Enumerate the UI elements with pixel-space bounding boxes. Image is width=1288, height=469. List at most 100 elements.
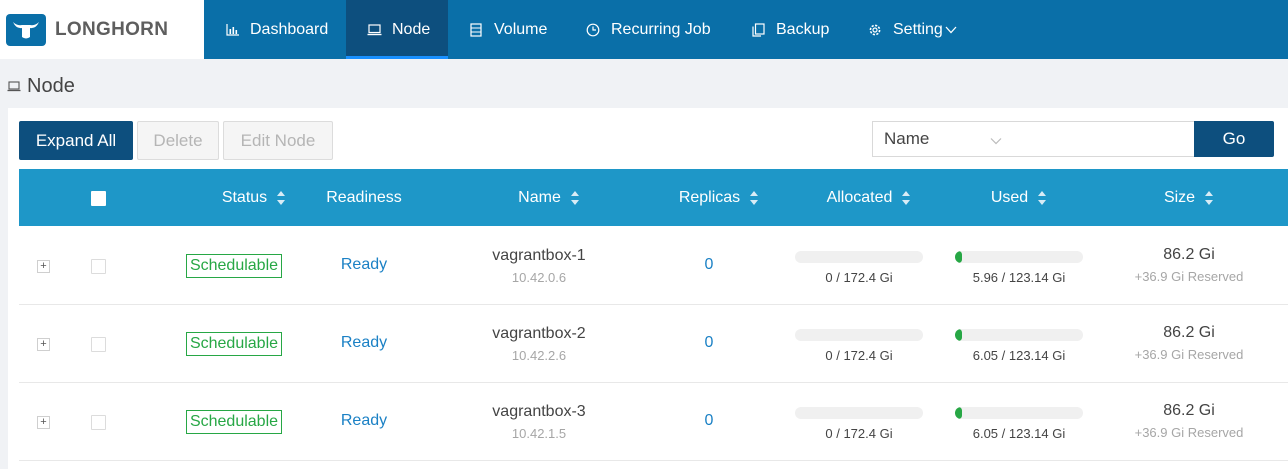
reserved-value: +36.9 Gi Reserved [1134,347,1244,362]
gear-icon [867,22,883,38]
nav-item-node[interactable]: Node [346,0,448,59]
column-label-name: Name [518,188,561,206]
search-input[interactable] [1014,121,1195,157]
used-text: 5.96 / 123.14 Gi [972,270,1066,285]
edit-node-button[interactable]: Edit Node [223,121,333,160]
used-fill [955,251,962,263]
column-label-used: Used [990,188,1029,206]
nav-label-node: Node [392,20,431,38]
table-row: + Schedulable Ready vagrantbox-3 10.42.1… [19,383,1288,461]
chevron-down-icon [990,132,1002,145]
table-row: + Schedulable Ready vagrantbox-1 10.42.0… [19,227,1288,305]
column-label-readiness: Readiness [326,188,402,206]
allocated-text: 0 / 172.4 Gi [825,348,893,363]
readiness-link[interactable]: Ready [314,412,414,430]
page-title: Node [7,74,75,98]
brand[interactable]: LONGHORN [0,0,204,59]
column-label-allocated: Allocated [826,188,893,206]
used-progress-bar [955,251,1083,263]
page-title-text: Node [27,74,75,97]
brand-name: LONGHORN [55,18,169,40]
sort-icon [1204,190,1214,206]
bar-chart-icon [224,22,240,38]
allocated-progress-bar [795,407,923,419]
column-header-status[interactable]: Status [189,169,319,226]
nav-item-volume[interactable]: Volume [448,0,565,59]
node-name-link[interactable]: vagrantbox-3 [459,403,619,421]
clock-icon [585,22,601,38]
nav-item-recurring-job[interactable]: Recurring Job [565,0,729,59]
nav-label-setting: Setting [893,20,943,38]
sort-icon [1037,190,1047,206]
readiness-link[interactable]: Ready [314,334,414,352]
longhorn-logo-icon [6,13,46,46]
size-value: 86.2 Gi [1163,246,1215,263]
allocated-text: 0 / 172.4 Gi [825,270,893,285]
used-text: 6.05 / 123.14 Gi [972,348,1066,363]
node-ip: 10.42.0.6 [511,270,567,285]
expand-row-button[interactable]: + [37,416,50,429]
laptop-icon [366,22,382,38]
nav-label-backup: Backup [776,20,830,38]
copy-icon [750,22,766,38]
status-badge: Schedulable [186,410,282,434]
nav-label-dashboard: Dashboard [250,20,329,38]
status-badge: Schedulable [186,332,282,356]
allocated-progress-bar [795,329,923,341]
replicas-link[interactable]: 0 [659,412,759,430]
expand-row-button[interactable]: + [37,338,50,351]
nav-item-dashboard[interactable]: Dashboard [204,0,346,59]
active-indicator [346,56,448,59]
node-ip: 10.42.1.5 [511,426,567,441]
nav-item-backup[interactable]: Backup [729,0,846,59]
laptop-icon [7,79,21,93]
row-checkbox[interactable] [91,415,106,430]
table-row: + Schedulable Ready vagrantbox-2 10.42.2… [19,305,1288,383]
reserved-value: +36.9 Gi Reserved [1134,269,1244,284]
sort-icon [276,190,286,206]
main-nav: Dashboard Node Volume Recurring Job Back… [204,0,966,59]
node-name-link[interactable]: vagrantbox-1 [459,247,619,265]
column-header-allocated[interactable]: Allocated [789,169,949,226]
replicas-link[interactable]: 0 [659,334,759,352]
sort-icon [901,190,911,206]
size-value: 86.2 Gi [1163,324,1215,341]
used-progress-bar [955,407,1083,419]
column-header-used[interactable]: Used [954,169,1084,226]
column-label-status: Status [221,188,268,206]
expand-all-button[interactable]: Expand All [19,121,133,160]
size-value: 86.2 Gi [1163,402,1215,419]
nav-label-volume: Volume [494,20,548,38]
nav-label-recurring-job: Recurring Job [611,20,711,38]
readiness-link[interactable]: Ready [314,256,414,274]
go-button[interactable]: Go [1194,121,1274,157]
table-header: Status Readiness Name Replicas Allocated… [19,169,1288,226]
replicas-link[interactable]: 0 [659,256,759,274]
column-header-readiness: Readiness [314,169,414,226]
row-checkbox[interactable] [91,337,106,352]
used-fill [955,329,962,341]
allocated-text: 0 / 172.4 Gi [825,426,893,441]
column-header-size[interactable]: Size [1124,169,1254,226]
used-text: 6.05 / 123.14 Gi [972,426,1066,441]
top-navbar: LONGHORN Dashboard Node Volume Recurring… [0,0,1288,59]
search-field-select[interactable]: Name [872,121,1015,157]
database-icon [468,22,484,38]
status-badge: Schedulable [186,254,282,278]
sort-icon [570,190,580,206]
node-ip: 10.42.2.6 [511,348,567,363]
column-header-replicas[interactable]: Replicas [649,169,789,226]
allocated-progress-bar [795,251,923,263]
delete-button[interactable]: Delete [137,121,219,160]
chevron-down-icon [945,26,957,34]
column-header-name[interactable]: Name [469,169,629,226]
row-checkbox[interactable] [91,259,106,274]
select-all-checkbox[interactable] [91,191,106,206]
used-progress-bar [955,329,1083,341]
reserved-value: +36.9 Gi Reserved [1134,425,1244,440]
node-name-link[interactable]: vagrantbox-2 [459,325,619,343]
column-label-size: Size [1163,188,1196,206]
nav-item-setting[interactable]: Setting [846,0,966,59]
expand-row-button[interactable]: + [37,260,50,273]
search-field-value: Name [884,129,930,148]
